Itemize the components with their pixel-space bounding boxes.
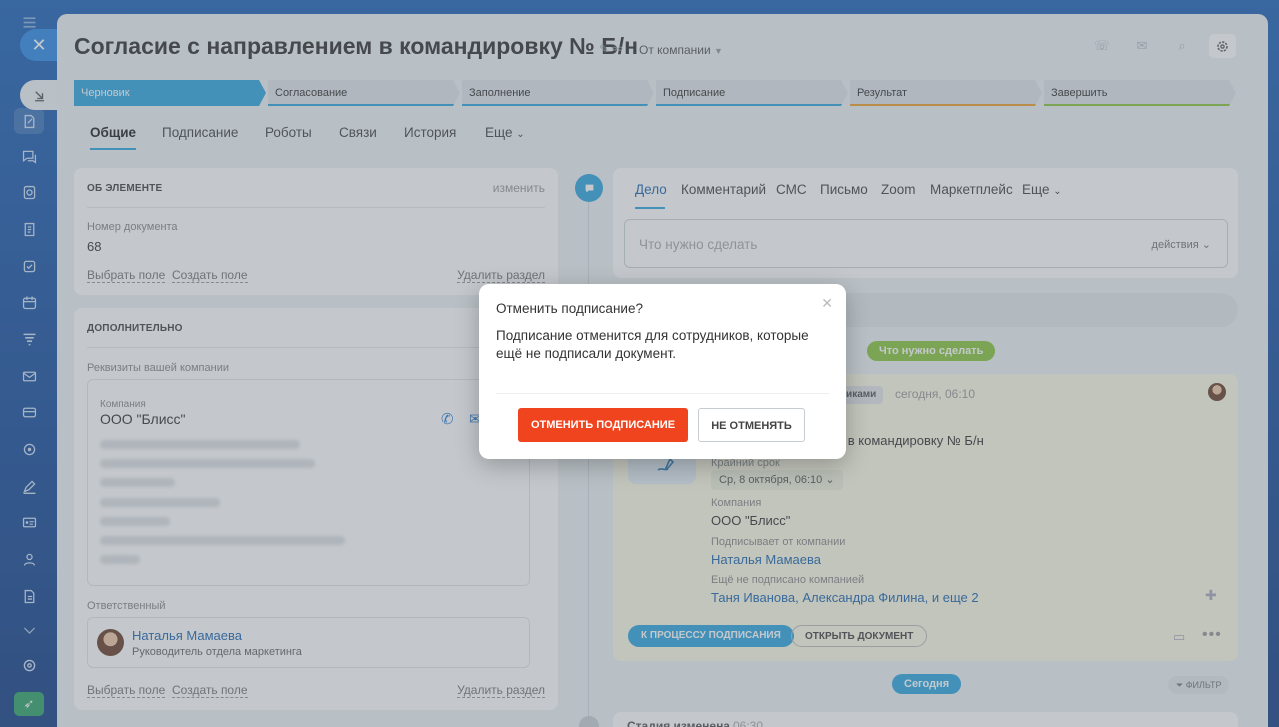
keep-signing-button[interactable]: НЕ ОТМЕНЯТЬ <box>698 408 805 442</box>
confirm-cancel-signing-button[interactable]: ОТМЕНИТЬ ПОДПИСАНИЕ <box>518 408 688 442</box>
cancel-signing-dialog: Отменить подписание? ✕ Подписание отмени… <box>479 284 846 459</box>
dialog-title: Отменить подписание? <box>496 301 643 316</box>
close-icon[interactable]: ✕ <box>821 295 833 312</box>
dialog-message: Подписание отменится для сотрудников, ко… <box>496 328 809 361</box>
